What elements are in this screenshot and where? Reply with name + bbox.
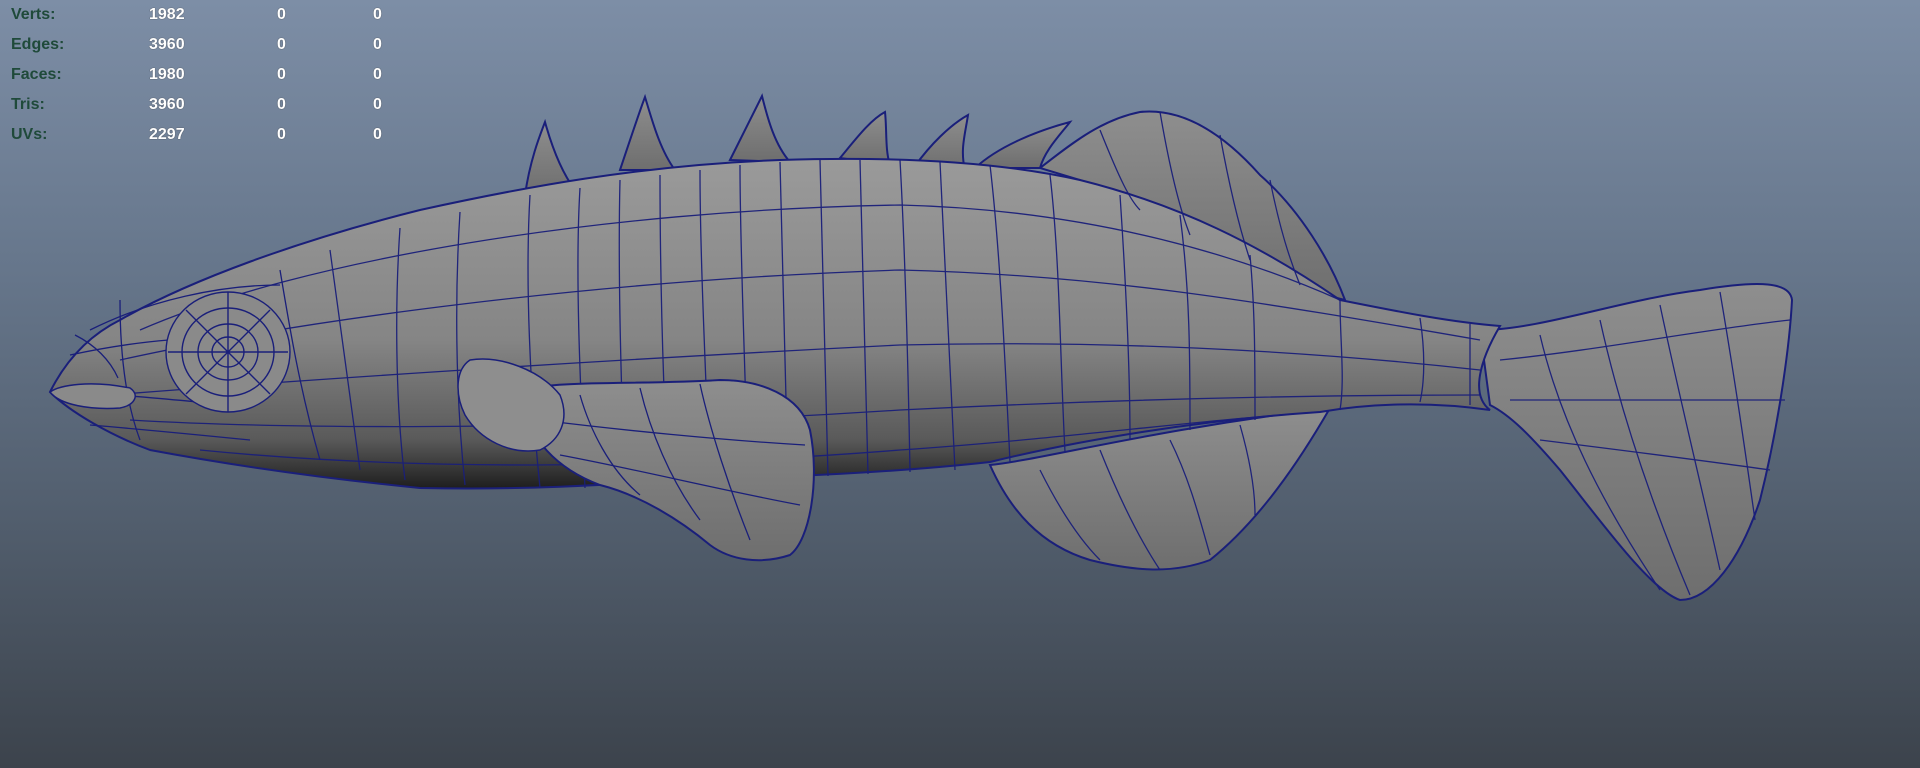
hud-other: 0	[373, 66, 382, 83]
mouth	[48, 383, 136, 410]
hud-other: 0	[373, 36, 382, 53]
eye-icon	[165, 291, 291, 413]
hud-row-edges: Edges: 3960 0 0	[11, 30, 411, 60]
hud-label: Tris:	[11, 96, 45, 113]
hud-total: 3960	[149, 36, 185, 53]
poly-count-hud: Verts: 1982 0 0 Edges: 3960 0 0 Faces: 1…	[11, 0, 411, 150]
hud-row-uvs: UVs: 2297 0 0	[11, 120, 411, 150]
hud-total: 3960	[149, 96, 185, 113]
hud-selected: 0	[277, 6, 286, 23]
hud-label: Faces:	[11, 66, 62, 83]
hud-row-verts: Verts: 1982 0 0	[11, 0, 411, 30]
hud-label: Verts:	[11, 6, 56, 23]
hud-selected: 0	[277, 36, 286, 53]
hud-selected: 0	[277, 96, 286, 113]
hud-total: 1982	[149, 6, 185, 23]
hud-other: 0	[373, 96, 382, 113]
hud-row-faces: Faces: 1980 0 0	[11, 60, 411, 90]
hud-total: 1980	[149, 66, 185, 83]
hud-total: 2297	[149, 126, 185, 143]
hud-label: Edges:	[11, 36, 65, 53]
hud-other: 0	[373, 126, 382, 143]
hud-row-tris: Tris: 3960 0 0	[11, 90, 411, 120]
hud-other: 0	[373, 6, 382, 23]
hud-label: UVs:	[11, 126, 48, 143]
hud-selected: 0	[277, 126, 286, 143]
hud-selected: 0	[277, 66, 286, 83]
3d-viewport[interactable]: Verts: 1982 0 0 Edges: 3960 0 0 Faces: 1…	[0, 0, 1920, 768]
